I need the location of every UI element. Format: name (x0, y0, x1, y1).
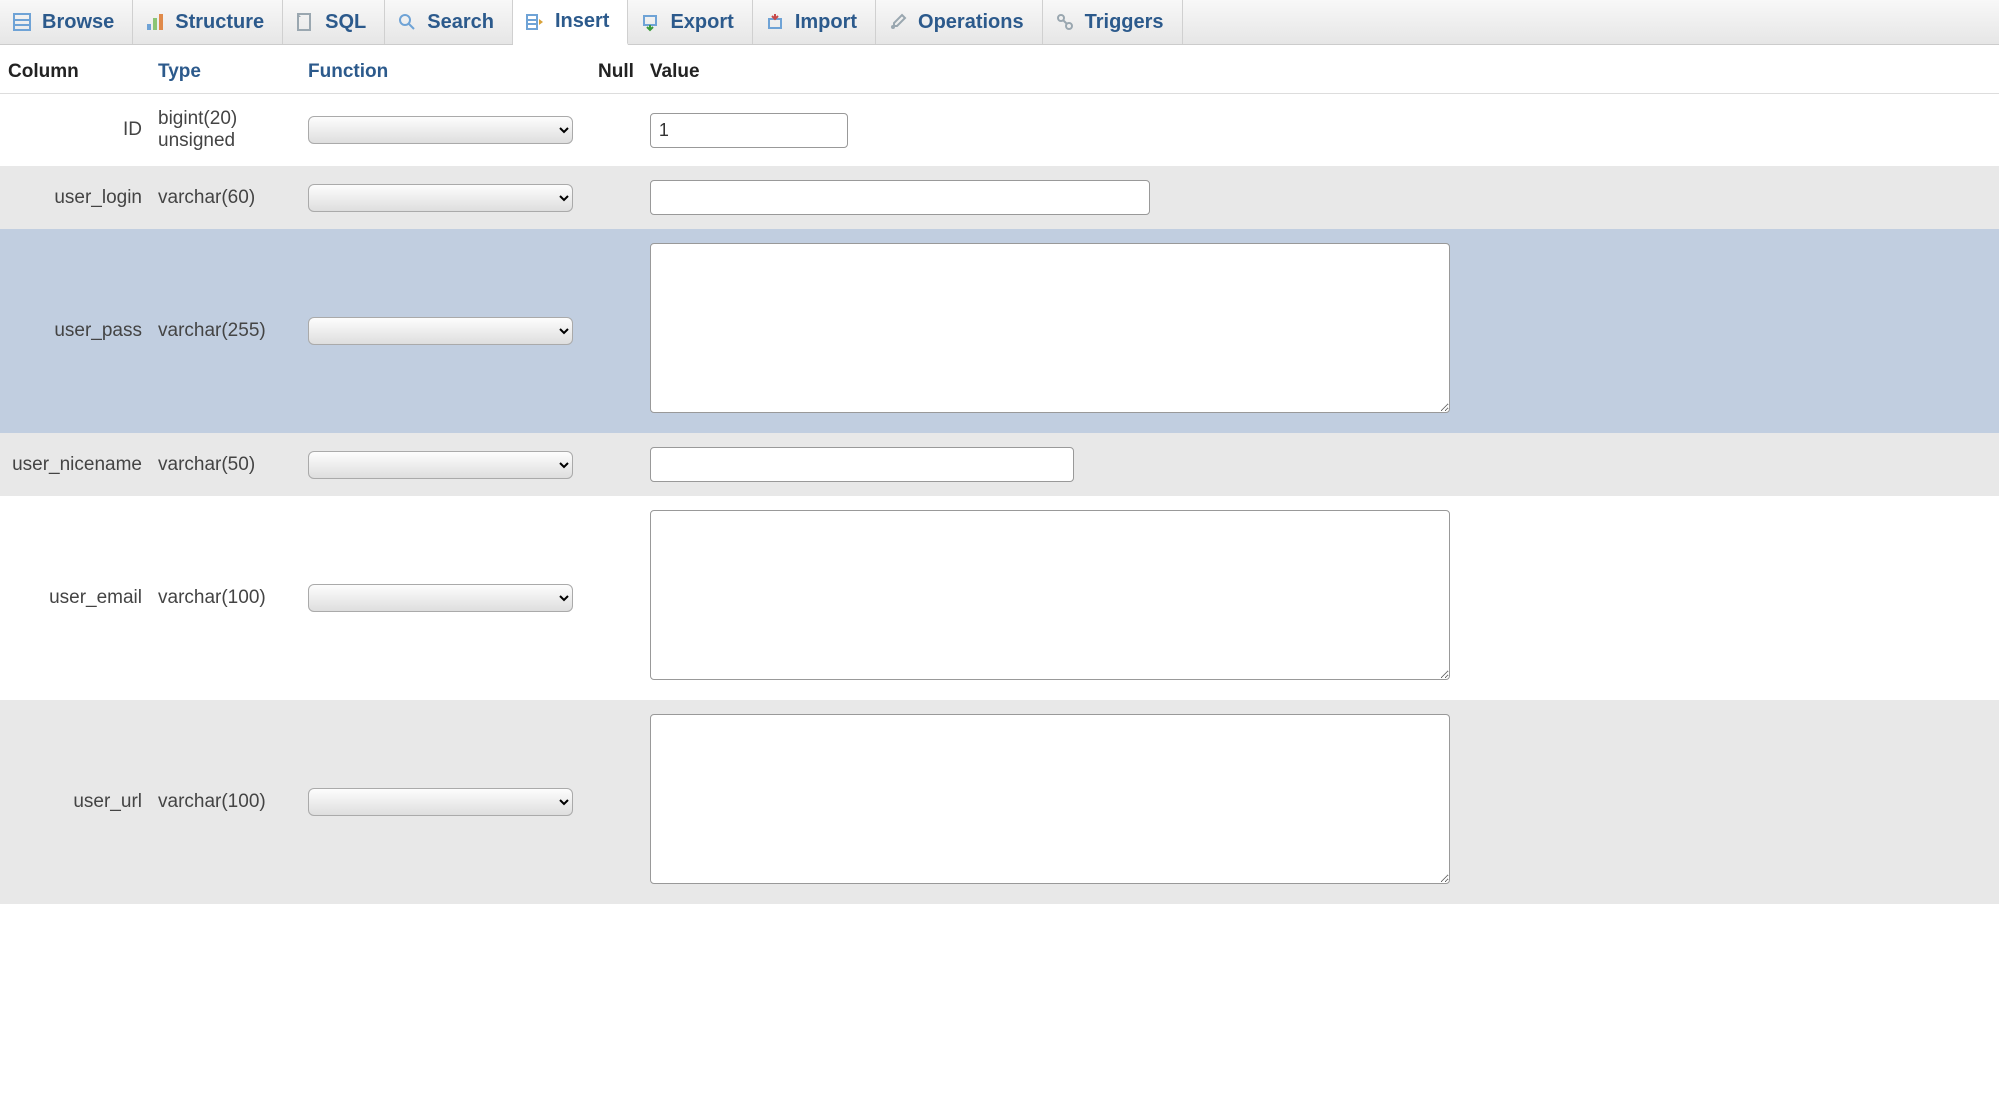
header-value: Value (642, 51, 1999, 94)
tab-label: Search (427, 11, 494, 34)
column-type: varchar(50) (150, 433, 300, 496)
value-cell (642, 94, 1999, 167)
tab-import[interactable]: Import (753, 0, 876, 44)
function-select[interactable] (308, 584, 573, 612)
tab-label: Import (795, 11, 857, 34)
null-cell (590, 229, 642, 433)
null-cell (590, 94, 642, 167)
insert-icon (525, 12, 545, 32)
triggers-icon (1055, 12, 1075, 32)
value-input[interactable] (650, 113, 848, 148)
table-row: user_urlvarchar(100) (0, 700, 1999, 904)
column-type: varchar(100) (150, 496, 300, 700)
sql-icon (295, 12, 315, 32)
tab-export[interactable]: Export (628, 0, 752, 44)
function-select[interactable] (308, 317, 573, 345)
tab-label: Structure (175, 11, 264, 34)
browse-icon (12, 12, 32, 32)
column-type: varchar(60) (150, 166, 300, 229)
function-cell (300, 433, 590, 496)
tab-label: Triggers (1085, 11, 1164, 34)
column-name: user_login (0, 166, 150, 229)
column-name: user_url (0, 700, 150, 904)
column-type: varchar(255) (150, 229, 300, 433)
table-row: user_passvarchar(255) (0, 229, 1999, 433)
value-cell (642, 496, 1999, 700)
operations-icon (888, 12, 908, 32)
import-icon (765, 12, 785, 32)
null-cell (590, 496, 642, 700)
column-name: user_pass (0, 229, 150, 433)
function-select[interactable] (308, 451, 573, 479)
tab-operations[interactable]: Operations (876, 0, 1043, 44)
tab-label: Insert (555, 10, 609, 33)
null-cell (590, 433, 642, 496)
value-cell (642, 229, 1999, 433)
tab-sql[interactable]: SQL (283, 0, 385, 44)
tab-label: SQL (325, 11, 366, 34)
tab-triggers[interactable]: Triggers (1043, 0, 1183, 44)
value-textarea[interactable] (650, 714, 1450, 884)
tab-browse[interactable]: Browse (0, 0, 133, 44)
column-name: ID (0, 94, 150, 167)
tab-label: Operations (918, 11, 1024, 34)
column-name: user_nicename (0, 433, 150, 496)
null-cell (590, 700, 642, 904)
column-type: varchar(100) (150, 700, 300, 904)
value-input[interactable] (650, 180, 1150, 215)
value-textarea[interactable] (650, 510, 1450, 680)
function-cell (300, 94, 590, 167)
table-row: user_nicenamevarchar(50) (0, 433, 1999, 496)
null-cell (590, 166, 642, 229)
header-function[interactable]: Function (300, 51, 590, 94)
table-row: IDbigint(20) unsigned (0, 94, 1999, 167)
header-column: Column (0, 51, 150, 94)
function-cell (300, 496, 590, 700)
tab-label: Browse (42, 11, 114, 34)
function-select[interactable] (308, 184, 573, 212)
function-select[interactable] (308, 116, 573, 144)
value-cell (642, 433, 1999, 496)
export-icon (640, 12, 660, 32)
header-type[interactable]: Type (150, 51, 300, 94)
table-row: user_loginvarchar(60) (0, 166, 1999, 229)
tab-insert[interactable]: Insert (513, 0, 628, 45)
column-type: bigint(20) unsigned (150, 94, 300, 167)
insert-form-table: Column Type Function Null Value IDbigint… (0, 51, 1999, 904)
search-icon (397, 12, 417, 32)
tab-structure[interactable]: Structure (133, 0, 283, 44)
tab-bar: Browse Structure SQL Search Insert Expor… (0, 0, 1999, 45)
value-input[interactable] (650, 447, 1074, 482)
value-textarea[interactable] (650, 243, 1450, 413)
function-select[interactable] (308, 788, 573, 816)
tab-label: Export (670, 11, 733, 34)
function-cell (300, 700, 590, 904)
table-row: user_emailvarchar(100) (0, 496, 1999, 700)
tab-search[interactable]: Search (385, 0, 513, 44)
value-cell (642, 166, 1999, 229)
value-cell (642, 700, 1999, 904)
header-null: Null (590, 51, 642, 94)
structure-icon (145, 12, 165, 32)
function-cell (300, 229, 590, 433)
function-cell (300, 166, 590, 229)
column-name: user_email (0, 496, 150, 700)
